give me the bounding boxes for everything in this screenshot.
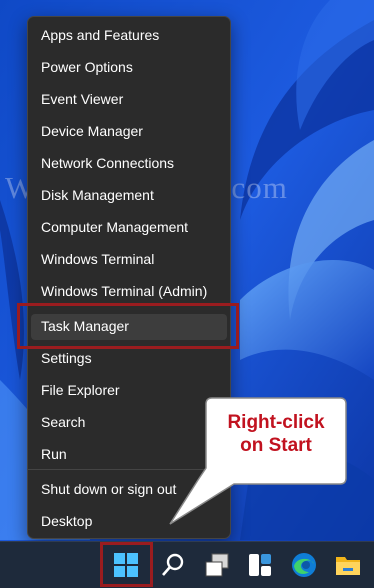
menu-item-windows-terminal[interactable]: Windows Terminal — [41, 248, 154, 270]
menu-item-desktop[interactable]: Desktop — [41, 510, 92, 532]
search-icon[interactable] — [158, 550, 188, 580]
menu-item-file-explorer[interactable]: File Explorer — [41, 379, 120, 401]
menu-item-search[interactable]: Search — [41, 411, 85, 433]
menu-item-apps-and-features[interactable]: Apps and Features — [41, 24, 159, 46]
menu-item-disk-management[interactable]: Disk Management — [41, 184, 154, 206]
menu-item-event-viewer[interactable]: Event Viewer — [41, 88, 123, 110]
task-view-icon[interactable] — [202, 550, 232, 580]
annotation-highlight-box — [17, 303, 239, 349]
start-highlight-box — [100, 542, 153, 587]
menu-item-run[interactable]: Run — [41, 443, 67, 465]
widgets-icon[interactable] — [245, 550, 275, 580]
menu-item-power-options[interactable]: Power Options — [41, 56, 133, 78]
menu-item-computer-management[interactable]: Computer Management — [41, 216, 188, 238]
file-explorer-icon[interactable] — [333, 550, 363, 580]
edge-icon[interactable] — [289, 550, 319, 580]
menu-item-device-manager[interactable]: Device Manager — [41, 120, 143, 142]
callout-line-1: Right-click — [227, 412, 325, 433]
menu-item-network-connections[interactable]: Network Connections — [41, 152, 174, 174]
callout-line-2: on Start — [240, 435, 312, 456]
menu-item-windows-terminal-admin[interactable]: Windows Terminal (Admin) — [41, 280, 207, 302]
menu-item-settings[interactable]: Settings — [41, 347, 92, 369]
callout-text: Right-click on Start — [210, 411, 342, 457]
taskbar — [0, 541, 374, 588]
